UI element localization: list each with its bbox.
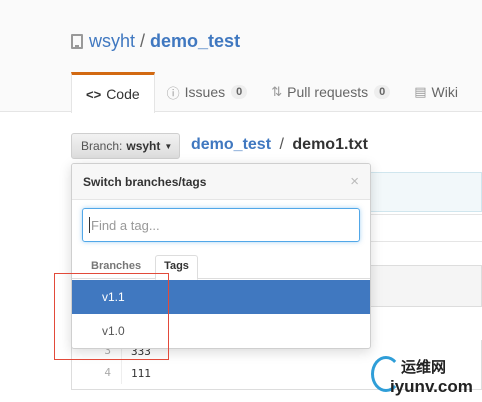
tab-wiki-label: Wiki bbox=[431, 84, 458, 100]
branch-select-button[interactable]: Branch: wsyht ▼ bbox=[71, 133, 180, 159]
tag-filter-input[interactable]: Find a tag... bbox=[82, 208, 360, 242]
watermark-top-text: 运维网 bbox=[401, 359, 447, 376]
tab-pull-requests-label: Pull requests bbox=[287, 84, 369, 100]
repo-book-icon bbox=[71, 34, 83, 49]
tab-pull-requests[interactable]: ⇅ Pull requests 0 bbox=[259, 72, 402, 112]
branch-prefix: Branch: bbox=[81, 139, 123, 153]
watermark-bottom-text: iyunv.com bbox=[390, 377, 473, 396]
book-icon: ▤ bbox=[414, 84, 427, 99]
commit-tease-bar bbox=[370, 172, 482, 212]
pull-requests-counter: 0 bbox=[374, 85, 391, 99]
pull-request-icon: ⇅ bbox=[271, 84, 283, 99]
breadcrumb-repo-link[interactable]: demo_test bbox=[191, 136, 271, 153]
breadcrumb-separator: / bbox=[279, 136, 284, 153]
text-cursor bbox=[89, 217, 90, 233]
tab-issues-label: Issues bbox=[184, 84, 226, 100]
tab-code-label: Code bbox=[106, 86, 140, 102]
issue-icon: ⓘ bbox=[166, 85, 180, 101]
annotation-highlight-box bbox=[54, 273, 169, 360]
caret-down-icon: ▼ bbox=[164, 141, 173, 151]
tab-wiki[interactable]: ▤ Wiki bbox=[402, 72, 470, 112]
repo-name-link[interactable]: demo_test bbox=[150, 31, 240, 52]
dropdown-header: Switch branches/tags × bbox=[72, 164, 370, 200]
line-number[interactable]: 4 bbox=[72, 362, 122, 384]
issues-counter: 0 bbox=[231, 85, 248, 99]
close-icon[interactable]: × bbox=[350, 173, 359, 190]
repo-path-separator: / bbox=[140, 31, 146, 51]
watermark-logo: 运维网 iyunv.com bbox=[371, 352, 479, 400]
dropdown-title: Switch branches/tags bbox=[83, 174, 207, 189]
current-branch: wsyht bbox=[126, 139, 161, 153]
repo-nav-tabs: <> Code ⓘ Issues 0 ⇅ Pull requests 0 ▤ W… bbox=[71, 72, 470, 113]
file-header-bar bbox=[370, 265, 482, 307]
code-icon: <> bbox=[86, 86, 102, 102]
breadcrumb: demo_test / demo1.txt bbox=[191, 136, 368, 154]
tab-code[interactable]: <> Code bbox=[71, 72, 155, 113]
tag-filter-placeholder: Find a tag... bbox=[91, 217, 160, 233]
repo-title: wsyht / demo_test bbox=[71, 31, 240, 52]
breadcrumb-file: demo1.txt bbox=[292, 136, 368, 153]
line-content: 111 bbox=[131, 366, 151, 380]
contributors-bar bbox=[370, 214, 482, 242]
repo-owner-link[interactable]: wsyht bbox=[89, 31, 135, 52]
tab-issues[interactable]: ⓘ Issues 0 bbox=[155, 72, 260, 112]
